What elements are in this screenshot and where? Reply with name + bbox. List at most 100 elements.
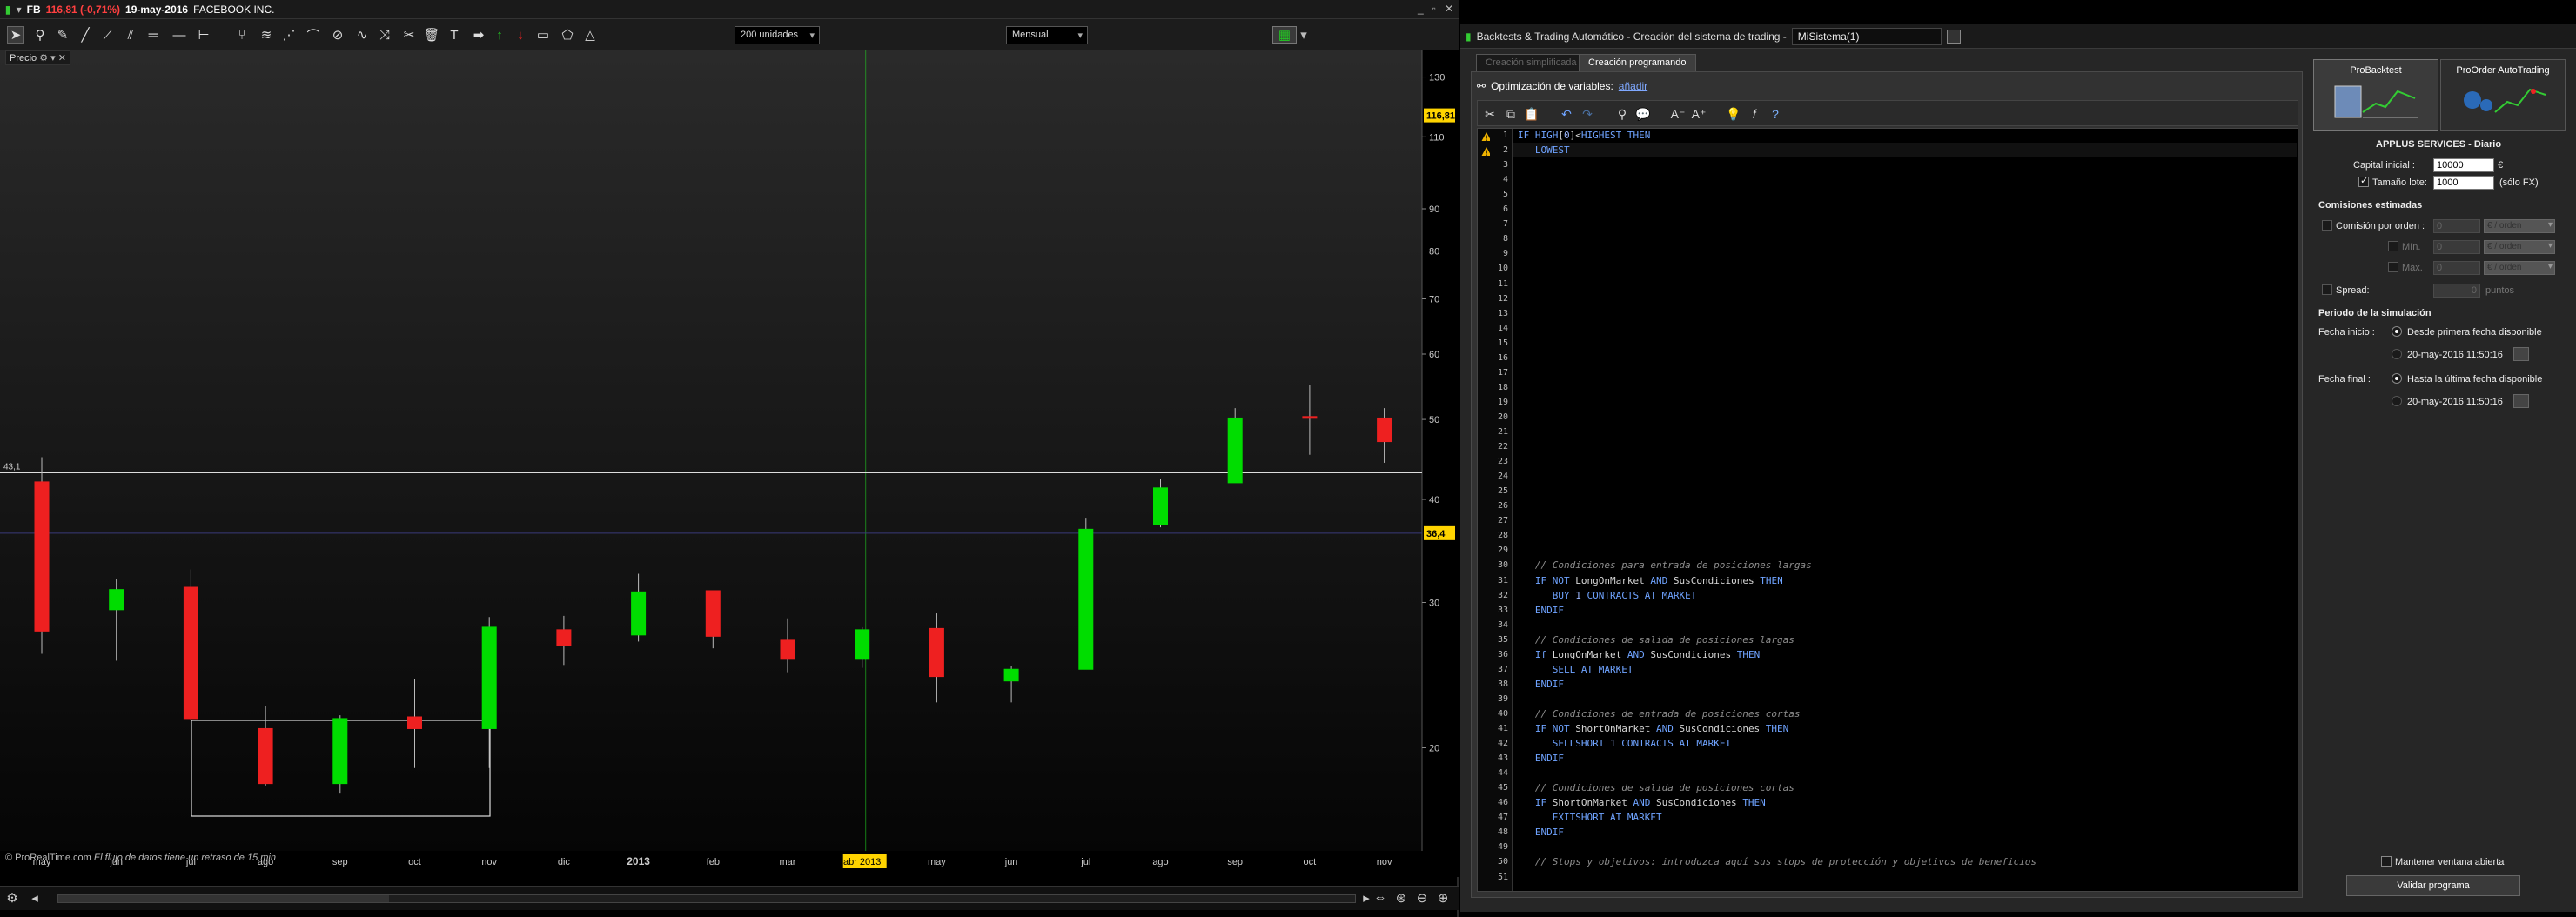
maximize-icon[interactable]: ▫ [1432,3,1436,15]
triangle-icon[interactable]: △ [581,26,599,44]
x-tick-label: sep [1227,857,1243,867]
period-select[interactable]: Mensual ▾ [1006,26,1088,44]
start-date-radio[interactable] [2392,349,2402,359]
price-panel-label[interactable]: Precio ⚙ ▾ ✕ [5,50,70,65]
chart-symbol[interactable]: FB [27,3,41,16]
spread-input[interactable]: 0 [2433,284,2480,298]
zoom-reset-icon[interactable]: ⊛ [1392,890,1410,907]
wrench-icon[interactable]: ⚙ ▾ ✕ [39,53,66,64]
horizontal-scrollbar[interactable] [57,894,1356,903]
line-tool-icon[interactable]: ╱ [77,26,94,44]
calendar-icon[interactable] [2513,394,2529,408]
function-icon[interactable]: 𝑓 [1746,105,1763,123]
max-input[interactable]: 0 [2433,261,2480,275]
decrease-font-icon[interactable]: A⁻ [1669,105,1687,123]
rectangle-icon[interactable]: ▭ [534,26,552,44]
zoom-out-icon[interactable]: ⊖ [1413,890,1431,907]
code-editor[interactable]: 1 2 3 4 5 6 7 8 9 10 11 12 13 14 15 16 17 18 19 20 21 22 23 24 2… [1477,128,2298,892]
min-input[interactable]: 0 [2433,240,2480,254]
min-unit-select[interactable]: € / orden ▾ [2484,240,2555,254]
commission-checkbox[interactable] [2322,220,2332,231]
fan-icon[interactable]: ⋰ [280,26,298,44]
end-date-radio[interactable] [2392,396,2402,406]
cycles-icon[interactable]: ∿ [353,26,371,44]
trash-icon[interactable]: 🗑 [423,26,440,44]
undo-icon[interactable]: ↶ [1558,105,1575,123]
system-name-field[interactable]: MiSistema(1) [1791,27,1942,45]
trend-icon[interactable]: ⟋ [99,26,117,44]
text-icon[interactable]: T [446,26,463,44]
paste-icon[interactable]: 📋 [1523,105,1540,123]
tab-programming[interactable]: Creación programando [1579,54,1696,71]
zoom-in-icon[interactable]: ⊕ [1434,890,1452,907]
line-number: 47 [1497,813,1508,823]
fit-icon[interactable]: ⇔ [1372,890,1389,907]
capital-input[interactable]: 10000 [2433,158,2494,172]
tools-icon[interactable]: ✂ [400,26,418,44]
gann-icon[interactable]: ⊘ [329,26,346,44]
line-number: 5 [1502,190,1508,200]
keep-open-checkbox[interactable] [2381,856,2392,867]
close-icon[interactable]: ✕ [1445,3,1453,15]
fib-icon[interactable]: ≋ [258,26,275,44]
start-first-radio[interactable] [2392,326,2402,337]
polygon-icon[interactable]: ⬠ [559,26,576,44]
wave-icon[interactable]: ⤨ [376,26,393,44]
line-number: 49 [1497,842,1508,853]
horizontal-line-icon[interactable]: ═ [144,26,162,44]
tab-proorder[interactable]: ProOrder AutoTrading [2440,59,2566,131]
tab-simplified[interactable]: Creación simplificada [1476,54,1587,71]
settings-icon[interactable]: ⚙ [3,890,21,907]
channel-icon[interactable]: ⫽ [122,26,139,44]
end-date-label: Fecha final : [2318,374,2371,385]
y-tick-label: 60 [1429,350,1439,360]
search-icon[interactable]: ⚲ [1613,105,1631,123]
arc-icon[interactable]: ⌒ [305,26,322,44]
commission-input[interactable]: 0 [2433,219,2480,233]
pencil-icon[interactable]: ✎ [54,26,71,44]
redo-icon[interactable]: ↷ [1579,105,1596,123]
increase-font-icon[interactable]: A⁺ [1690,105,1707,123]
segment-icon[interactable]: — [171,26,188,44]
validate-button[interactable]: Validar programa [2346,875,2520,896]
lightbulb-icon[interactable]: 💡 [1725,105,1742,123]
spread-checkbox[interactable] [2322,284,2332,295]
add-variable-link[interactable]: añadir [1619,80,1647,92]
chart-last-change: 116,81 (-0,71%) [45,3,121,16]
help-icon[interactable]: ? [1767,105,1784,123]
chevron-down-icon[interactable]: ▾ [1298,26,1309,44]
code-line: IF NOT LongOnMarket AND SusCondiciones T… [1534,574,1783,586]
chevron-left-icon[interactable]: ◂ [26,890,44,907]
max-unit-select[interactable]: € / orden ▾ [2484,261,2555,275]
commission-unit-select[interactable]: € / orden ▾ [2484,219,2555,233]
end-last-radio[interactable] [2392,373,2402,384]
scrollbar-thumb[interactable] [58,895,389,902]
y-tick-label: 130 [1429,73,1445,84]
units-select[interactable]: 200 unidades ▾ [735,26,820,44]
max-checkbox[interactable] [2388,262,2398,272]
line-number: 45 [1497,783,1508,793]
symbol-menu-icon[interactable]: ▾ [17,3,22,16]
support-line-label: 43,1 [3,462,21,472]
backtest-title-bar: ▮ Backtests & Trading Automático - Creac… [1460,24,2576,49]
arrow-up-icon[interactable]: ↑ [491,26,508,44]
copy-icon[interactable] [1946,29,1961,44]
chart-plot[interactable]: 20 30 40 50 60 70 80 90 110 130 43,1 may jun jul ago se… [0,50,1459,877]
calendar-icon[interactable] [2513,347,2529,361]
cut-icon[interactable]: ✂ [1481,105,1499,123]
lot-size-input[interactable]: 1000 [2433,176,2494,190]
fork-icon[interactable]: ⑂ [233,26,251,44]
lot-size-checkbox[interactable] [2358,175,2369,187]
hline-icon[interactable]: ⊢ [195,26,212,44]
comment-icon[interactable]: 💬 [1634,105,1652,123]
min-checkbox[interactable] [2388,241,2398,251]
indicators-icon[interactable]: ▦ [1272,26,1297,44]
copy-icon[interactable]: ⧉ [1502,105,1519,123]
tab-probacktest[interactable]: ProBacktest [2313,59,2438,131]
zoom-icon[interactable]: ⚲ [31,26,49,44]
minimize-icon[interactable]: _ [1418,3,1424,15]
arrow-down-icon[interactable]: ↓ [512,26,529,44]
arrow-right-icon[interactable]: ➡ [470,26,487,44]
pointer-icon[interactable]: ➤ [7,26,24,44]
code-line: ENDIF [1534,827,1564,839]
